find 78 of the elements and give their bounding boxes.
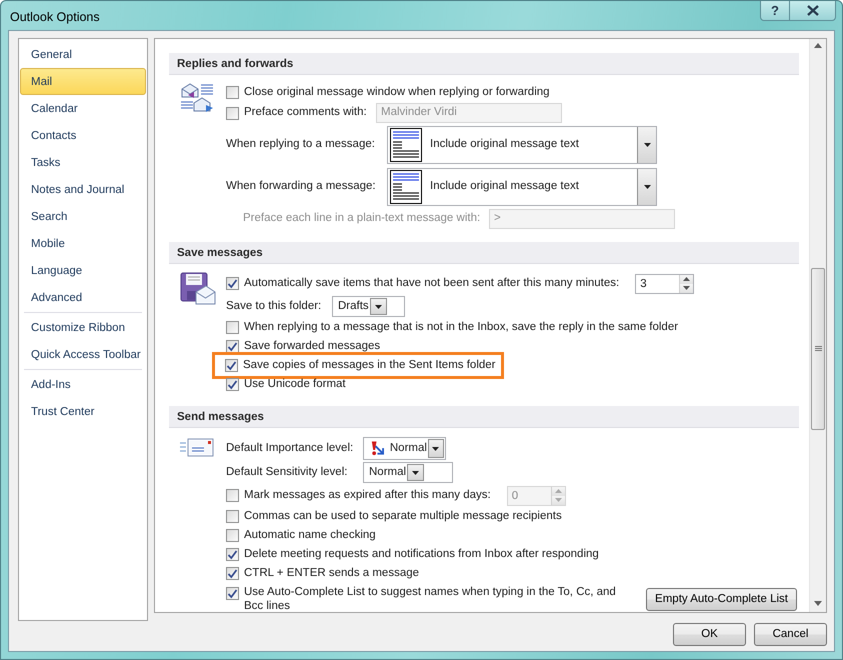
checkbox-label: Automatic name checking [244, 528, 376, 543]
checkbox-label: Delete meeting requests and notifications from Inbox after responding [244, 546, 599, 562]
checkbox-label: Save copies of messages in the Sent Items folder [243, 358, 496, 373]
section-header: Replies and forwards [169, 53, 799, 75]
caret-icon [432, 446, 440, 450]
dropdown[interactable]: Normal [363, 462, 453, 483]
dropdown[interactable]: Drafts [332, 296, 405, 317]
checkbox-label: Save forwarded messages [244, 338, 380, 354]
checkbox-label: Automatically save items that have not been sent after this many minutes: [244, 276, 620, 291]
sidebar-item[interactable]: Language [20, 257, 146, 284]
sidebar-item[interactable]: General [20, 41, 146, 68]
field-label: Default Sensitivity level: [226, 464, 348, 480]
field-label: When forwarding a message: [226, 179, 377, 194]
sidebar-item[interactable]: Quick Access Toolbar [20, 341, 146, 368]
field-label: Save to this folder: [226, 298, 322, 314]
sidebar-item[interactable]: Search [20, 203, 146, 230]
checkbox-label: Use Auto-Complete List to suggest names when typing in the To, Cc, and Bcc lines [244, 585, 617, 612]
grip-icon [814, 346, 822, 352]
sidebar-item[interactable]: Mail [20, 68, 146, 95]
help-button[interactable]: ? [760, 1, 790, 21]
dropdown[interactable]: Include original message text [387, 168, 657, 206]
caret-icon [644, 185, 650, 189]
field-label: When replying to a message: [226, 137, 376, 152]
sidebar-item[interactable]: Trust Center [20, 398, 146, 425]
spin-down-icon[interactable] [683, 286, 690, 290]
number-spinner[interactable]: 3 [635, 274, 694, 294]
caret-icon [374, 304, 382, 308]
sidebar-item[interactable]: Add-Ins [20, 371, 146, 398]
checkbox[interactable] [226, 340, 239, 353]
dialog-button[interactable]: Cancel [754, 623, 827, 646]
envelope-icon [180, 436, 214, 458]
checkbox[interactable] [226, 510, 239, 523]
field-label: Default Importance level: [226, 440, 354, 456]
dropdown[interactable]: Normal [363, 437, 446, 460]
caret-icon [644, 143, 650, 147]
close-icon [806, 5, 818, 16]
checkbox[interactable] [226, 378, 239, 391]
window-title: Outlook Options [10, 9, 100, 26]
scroll-up-icon[interactable] [814, 43, 822, 48]
checkbox-label: Use Unicode format [244, 376, 346, 392]
sidebar-item[interactable]: Calendar [20, 95, 146, 122]
checkbox[interactable] [225, 359, 238, 372]
sidebar-item[interactable]: Tasks [20, 149, 146, 176]
checkbox-label: Close original message window when replying or forwarding [244, 84, 550, 100]
scrollbar[interactable] [809, 39, 826, 612]
close-button[interactable] [790, 1, 836, 21]
section-header: Save messages [169, 242, 799, 264]
importance-icon [369, 440, 386, 458]
section-header: Send messages [169, 406, 799, 428]
document-icon [390, 128, 422, 162]
checkbox[interactable] [226, 587, 239, 600]
checkbox[interactable] [226, 567, 239, 580]
checkbox[interactable] [226, 321, 239, 334]
scrollbar-thumb[interactable] [811, 268, 825, 430]
sidebar-item[interactable]: Advanced [20, 284, 146, 311]
checkbox[interactable] [226, 548, 239, 561]
checkbox-label: CTRL + ENTER sends a message [244, 566, 420, 581]
dropdown[interactable]: Include original message text [387, 126, 657, 164]
sidebar-item[interactable]: Mobile [20, 230, 146, 257]
checkbox-label: Commas can be used to separate multiple message recipients [244, 508, 562, 524]
envelopes-icon [180, 83, 214, 113]
empty-list-button[interactable]: Empty Auto-Complete List [646, 588, 797, 611]
sidebar-item[interactable]: Notes and Journal [20, 176, 146, 203]
caret-icon [412, 470, 420, 474]
document-icon [390, 170, 422, 204]
scroll-down-icon[interactable] [814, 601, 822, 606]
checkbox-label: Preface comments with: [244, 105, 368, 120]
sidebar-item[interactable]: Customize Ribbon [20, 314, 146, 341]
checkbox[interactable] [226, 86, 239, 99]
checkbox[interactable] [226, 277, 239, 290]
sidebar-item[interactable]: Contacts [20, 122, 146, 149]
checkbox-label: When replying to a message that is not in the Inbox, save the reply in the same folder [244, 320, 678, 335]
dialog-button[interactable]: OK [673, 623, 746, 646]
floppy-disk-icon [180, 272, 216, 306]
spin-up-icon[interactable] [683, 277, 690, 281]
checkbox-label: Mark messages as expired after this many days: [244, 488, 491, 503]
field-label: Preface each line in a plain-text message with: [243, 211, 482, 226]
checkbox[interactable] [226, 529, 239, 542]
